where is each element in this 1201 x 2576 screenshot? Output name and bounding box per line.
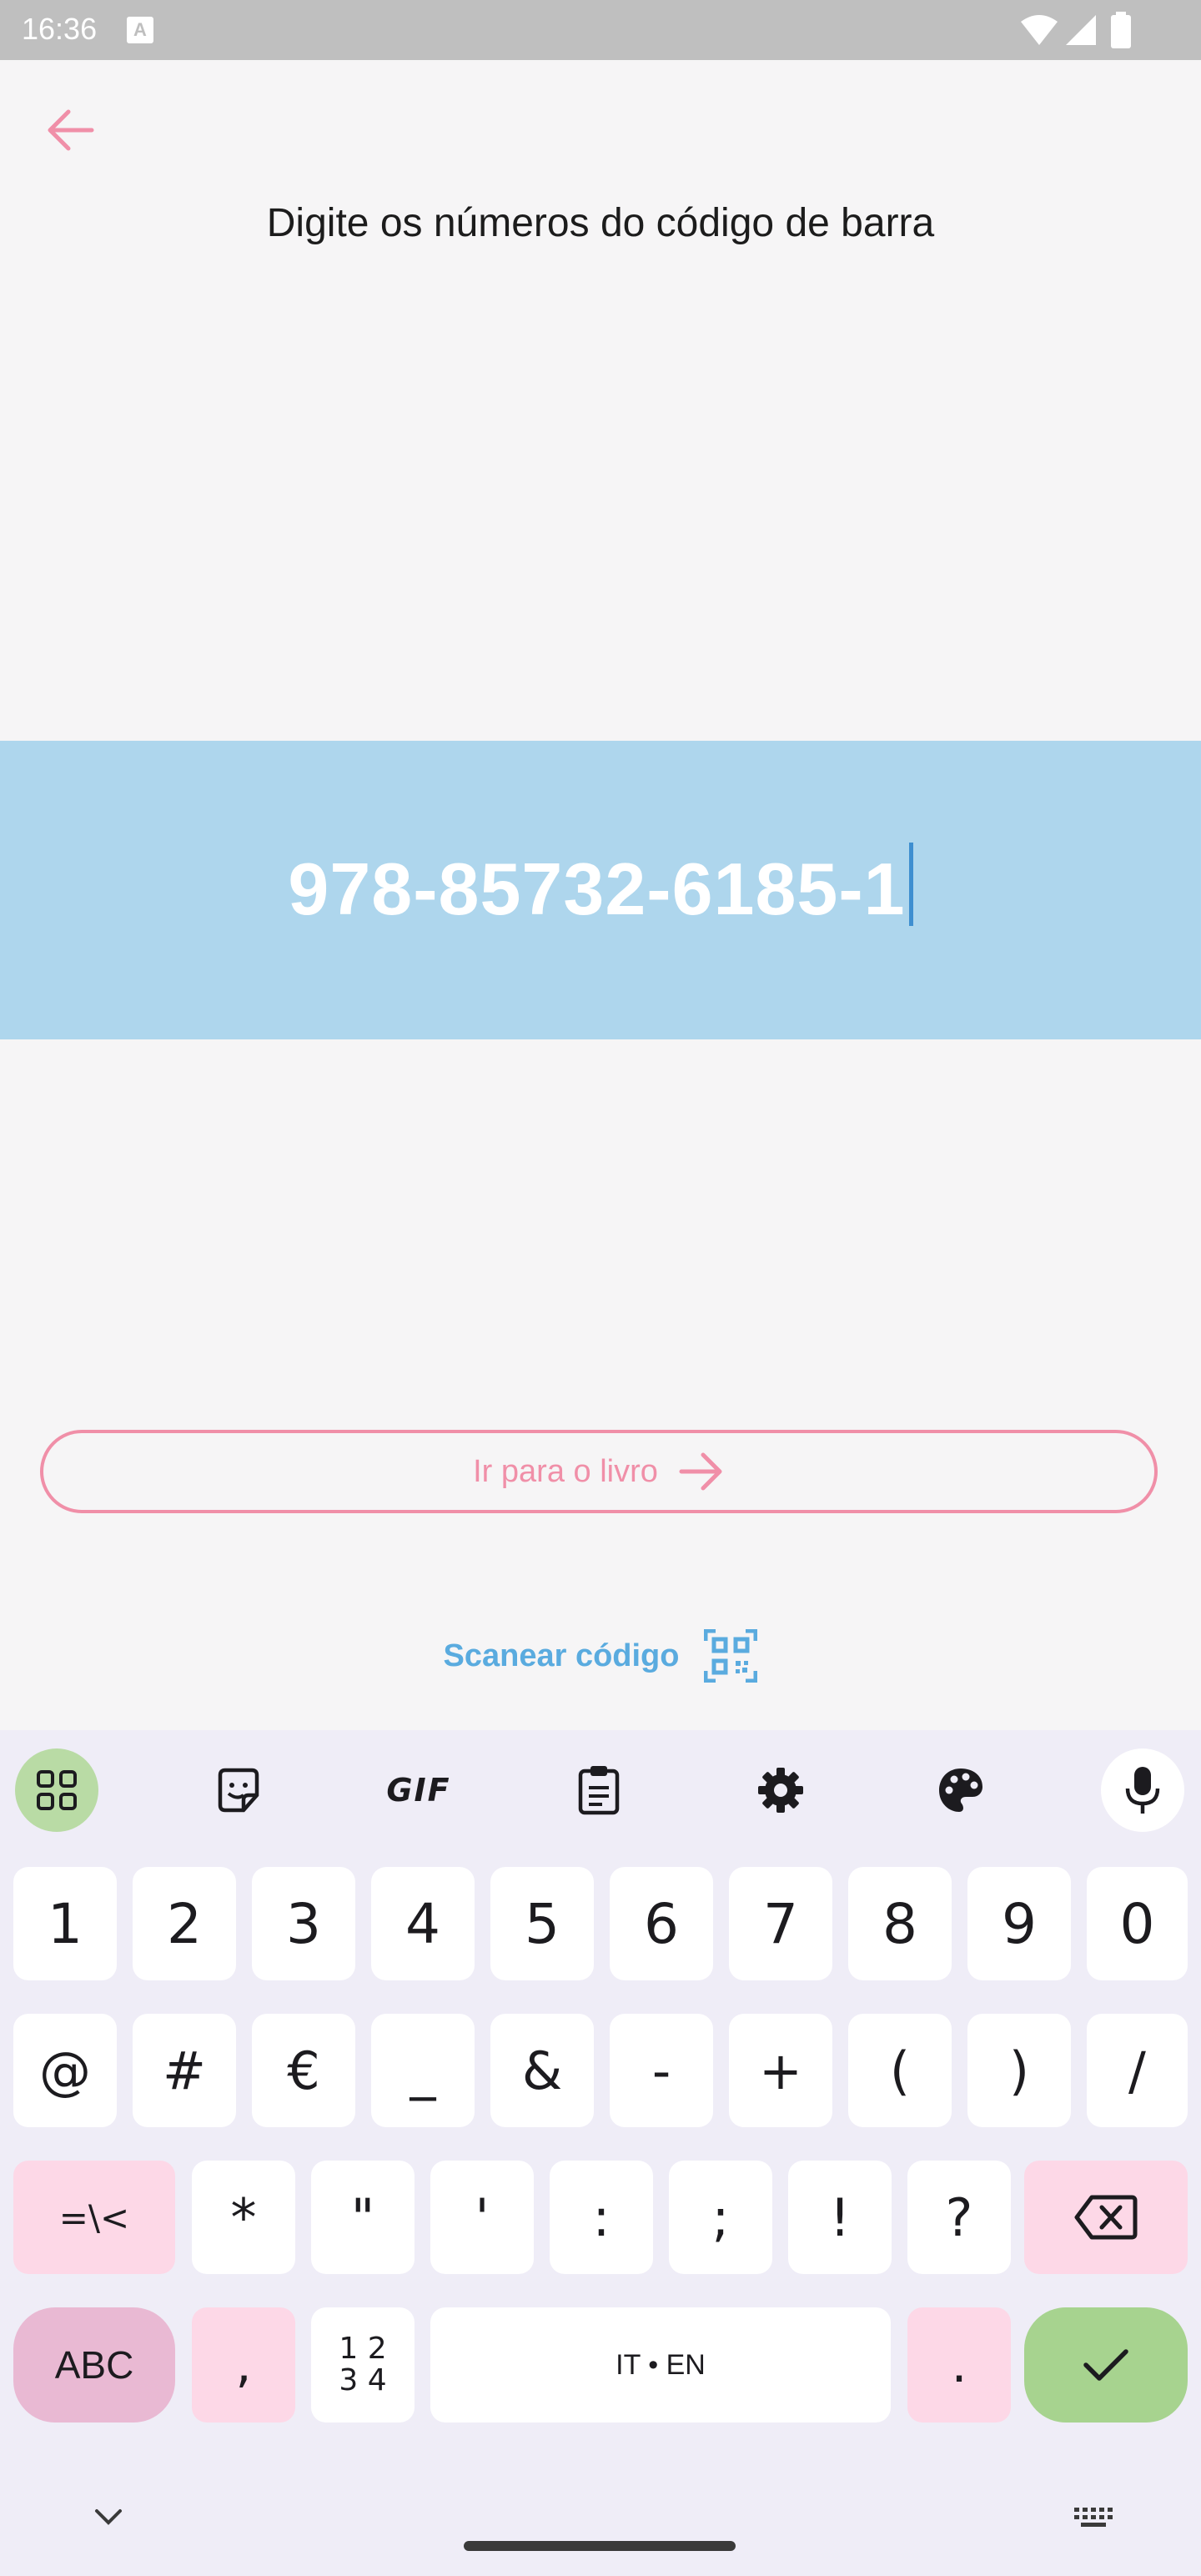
arrow-left-icon xyxy=(48,109,94,151)
barcode-text: 978-85732-6185-1 xyxy=(288,848,906,930)
key-7[interactable]: 7 xyxy=(729,1867,832,1980)
battery-icon xyxy=(1111,12,1131,48)
abc-key[interactable]: ABC xyxy=(13,2307,175,2423)
key-single-quote[interactable]: ' xyxy=(430,2161,534,2274)
gesture-navigation-bar[interactable] xyxy=(464,2541,736,2551)
key-exclamation[interactable]: ! xyxy=(788,2161,892,2274)
mic-icon[interactable] xyxy=(1101,1748,1184,1832)
arrow-right-icon xyxy=(679,1452,722,1491)
key-semicolon[interactable]: ; xyxy=(669,2161,772,2274)
more-symbols-key[interactable]: =\< xyxy=(13,2161,175,2274)
hide-keyboard-chevron-icon[interactable] xyxy=(92,2506,125,2529)
key-colon[interactable]: : xyxy=(550,2161,653,2274)
enter-key[interactable] xyxy=(1024,2307,1188,2423)
space-key[interactable]: IT • EN xyxy=(430,2307,891,2423)
numpad-key[interactable]: 1 2 3 4 xyxy=(311,2307,415,2423)
scan-code-button[interactable]: Scanear código xyxy=(0,1627,1201,1685)
qr-code-icon xyxy=(704,1629,758,1683)
backspace-key[interactable] xyxy=(1024,2161,1188,2274)
key-plus[interactable]: + xyxy=(729,2014,832,2127)
go-to-book-button[interactable]: Ir para o livro xyxy=(40,1430,1158,1513)
gif-icon[interactable]: GIF xyxy=(377,1748,460,1832)
scan-code-label: Scanear código xyxy=(443,1638,680,1673)
page-title: Digite os números do código de barra xyxy=(266,201,935,245)
key-hash[interactable]: # xyxy=(133,2014,236,2127)
numpad-key-bottom: 3 4 xyxy=(339,2363,387,2397)
key-ampersand[interactable]: & xyxy=(490,2014,594,2127)
key-6[interactable]: 6 xyxy=(610,1867,713,1980)
sticker-icon[interactable] xyxy=(197,1748,280,1832)
period-key[interactable]: . xyxy=(907,2307,1011,2423)
status-time: 16:36 xyxy=(22,12,98,46)
apps-grid-icon[interactable] xyxy=(15,1748,98,1832)
key-8[interactable]: 8 xyxy=(848,1867,952,1980)
check-icon xyxy=(1083,2349,1128,2381)
key-1[interactable]: 1 xyxy=(13,1867,117,1980)
key-minus[interactable]: - xyxy=(610,2014,713,2127)
notification-a-icon: A xyxy=(127,17,153,43)
key-close-paren[interactable]: ) xyxy=(967,2014,1071,2127)
key-3[interactable]: 3 xyxy=(252,1867,355,1980)
key-asterisk[interactable]: * xyxy=(192,2161,295,2274)
barcode-input-value[interactable]: 978-85732-6185-1 xyxy=(0,843,1201,932)
key-0[interactable]: 0 xyxy=(1087,1867,1188,1980)
key-2[interactable]: 2 xyxy=(133,1867,236,1980)
clipboard-icon[interactable] xyxy=(557,1748,641,1832)
signal-icon xyxy=(1066,15,1096,45)
key-9[interactable]: 9 xyxy=(967,1867,1071,1980)
soft-keyboard xyxy=(0,1730,1201,2576)
key-slash[interactable]: / xyxy=(1087,2014,1188,2127)
back-arrow-button[interactable] xyxy=(38,98,102,162)
go-to-book-label: Ir para o livro xyxy=(473,1453,658,1489)
key-euro[interactable]: € xyxy=(252,2014,355,2127)
backspace-icon xyxy=(1074,2195,1138,2240)
key-double-quote[interactable]: " xyxy=(311,2161,415,2274)
key-at[interactable]: @ xyxy=(13,2014,117,2127)
key-underscore[interactable]: _ xyxy=(371,2014,475,2127)
wifi-icon xyxy=(1021,15,1058,45)
keyboard-switch-icon[interactable] xyxy=(1073,2506,1116,2529)
numpad-key-top: 1 2 xyxy=(339,2332,387,2366)
key-4[interactable]: 4 xyxy=(371,1867,475,1980)
palette-icon[interactable] xyxy=(919,1748,1003,1832)
settings-icon[interactable] xyxy=(739,1748,822,1832)
key-5[interactable]: 5 xyxy=(490,1867,594,1980)
text-cursor xyxy=(908,843,913,926)
key-question[interactable]: ? xyxy=(907,2161,1011,2274)
comma-key[interactable]: , xyxy=(192,2307,295,2423)
key-open-paren[interactable]: ( xyxy=(848,2014,952,2127)
